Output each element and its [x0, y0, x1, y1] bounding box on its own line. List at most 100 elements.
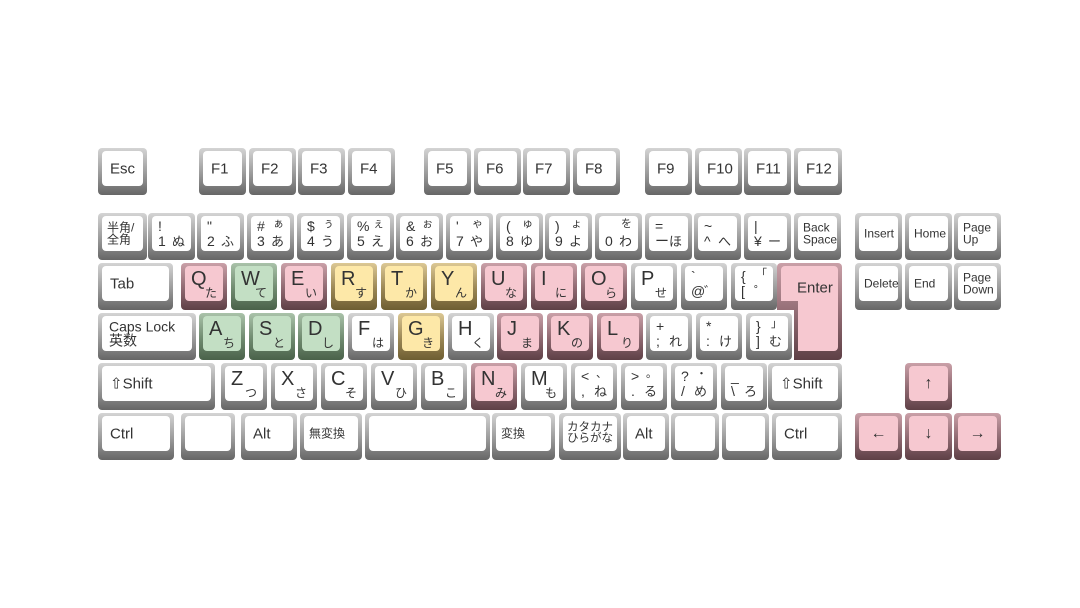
key-l[interactable]: Lり	[597, 313, 643, 360]
key-capslock[interactable]: Caps Lock 英数	[98, 313, 196, 360]
key-y[interactable]: Yん	[431, 263, 477, 310]
key-backspace[interactable]: Back Space	[794, 213, 841, 260]
key-b[interactable]: Bこ	[421, 363, 467, 410]
key-f2[interactable]: F2	[249, 148, 296, 195]
key-g[interactable]: Gき	[398, 313, 444, 360]
key-period[interactable]: > 。. る	[621, 363, 667, 410]
key-minus[interactable]: = ーほ	[645, 213, 692, 260]
key-k0[interactable]: を0わ	[595, 213, 642, 260]
key-delete[interactable]: Delete	[855, 263, 902, 310]
key-r[interactable]: Rす	[331, 263, 377, 310]
key-at[interactable]: ` @ ゛	[681, 263, 727, 310]
key-f7[interactable]: F7	[523, 148, 570, 195]
keycap-face: Kの	[551, 316, 589, 351]
key-caret[interactable]: ~ ^ へ	[694, 213, 741, 260]
key-f4[interactable]: F4	[348, 148, 395, 195]
key-semicolon[interactable]: +; れ	[646, 313, 692, 360]
keycap-face: $ ぅ 4 う	[301, 216, 340, 251]
key-q[interactable]: Qた	[181, 263, 227, 310]
key-k9[interactable]: ) ょ 9 よ	[545, 213, 592, 260]
key-space[interactable]	[365, 413, 490, 460]
key-right[interactable]: →	[954, 413, 1001, 460]
key-m[interactable]: Mも	[521, 363, 567, 410]
key-rctrl[interactable]: Ctrl	[772, 413, 842, 460]
key-legend-br: ら	[604, 286, 617, 300]
key-t[interactable]: Tか	[381, 263, 427, 310]
keycap-face: ↑	[909, 366, 948, 401]
key-rwin[interactable]	[671, 413, 719, 460]
key-colon[interactable]: *: け	[696, 313, 742, 360]
key-f8[interactable]: F8	[573, 148, 620, 195]
key-pagedown[interactable]: Page Down	[954, 263, 1001, 310]
key-k3[interactable]: # ぁ 3 あ	[247, 213, 294, 260]
key-ralt[interactable]: Alt	[623, 413, 669, 460]
key-f3[interactable]: F3	[298, 148, 345, 195]
key-lalt[interactable]: Alt	[241, 413, 297, 460]
key-lbracket[interactable]: {「 [゜	[731, 263, 777, 310]
key-k5[interactable]: % ぇ 5 え	[347, 213, 394, 260]
key-left[interactable]: ←	[855, 413, 902, 460]
key-lctrl[interactable]: Ctrl	[98, 413, 174, 460]
key-muhenkan[interactable]: 無変換	[300, 413, 362, 460]
key-z[interactable]: Zつ	[221, 363, 267, 410]
key-k7[interactable]: ' ゃ 7 や	[446, 213, 493, 260]
key-a[interactable]: Aち	[199, 313, 245, 360]
key-rshift[interactable]: ⇧Shift	[768, 363, 842, 410]
key-k[interactable]: Kの	[547, 313, 593, 360]
key-f11[interactable]: F11	[744, 148, 791, 195]
key-up[interactable]: ↑	[905, 363, 952, 410]
key-s[interactable]: Sと	[249, 313, 295, 360]
key-legend-br: へ	[717, 234, 731, 249]
key-down[interactable]: ↓	[905, 413, 952, 460]
key-f6[interactable]: F6	[474, 148, 521, 195]
key-henkan[interactable]: 変換	[492, 413, 555, 460]
key-comma[interactable]: < 、, ね	[571, 363, 617, 410]
key-j[interactable]: Jま	[497, 313, 543, 360]
key-home[interactable]: Home	[905, 213, 952, 260]
key-d[interactable]: Dし	[298, 313, 344, 360]
key-w[interactable]: Wて	[231, 263, 277, 310]
key-label: Back Space	[803, 219, 838, 247]
key-f9[interactable]: F9	[645, 148, 692, 195]
key-v[interactable]: Vひ	[371, 363, 417, 410]
key-f[interactable]: Fは	[348, 313, 394, 360]
key-legend-tl: {	[741, 268, 746, 284]
key-tab[interactable]: Tab	[98, 263, 173, 310]
keycap-face: 無変換	[304, 416, 358, 451]
key-k6[interactable]: & ぉ 6 お	[396, 213, 443, 260]
key-f12[interactable]: F12	[794, 148, 842, 195]
key-c[interactable]: Cそ	[321, 363, 367, 410]
key-k2[interactable]: " 2 ふ	[197, 213, 244, 260]
key-k1[interactable]: ! 1 ぬ	[148, 213, 195, 260]
key-insert[interactable]: Insert	[855, 213, 902, 260]
key-i[interactable]: Iに	[531, 263, 577, 310]
key-k8[interactable]: (ゅ 8 ゆ	[496, 213, 543, 260]
key-pageup[interactable]: Page Up	[954, 213, 1001, 260]
key-u[interactable]: Uな	[481, 263, 527, 310]
key-esc[interactable]: Esc	[98, 148, 147, 195]
key-f10[interactable]: F10	[695, 148, 742, 195]
key-end[interactable]: End	[905, 263, 952, 310]
key-k4[interactable]: $ ぅ 4 う	[297, 213, 344, 260]
key-lwin[interactable]	[181, 413, 235, 460]
key-p[interactable]: Pせ	[631, 263, 677, 310]
key-rbracket[interactable]: } 」] む	[746, 313, 792, 360]
key-yen[interactable]: | ¥ ー	[744, 213, 791, 260]
key-x[interactable]: Xさ	[271, 363, 317, 410]
key-f1[interactable]: F1	[199, 148, 246, 195]
key-backslash[interactable]: _ \ ろ	[721, 363, 767, 410]
key-o[interactable]: Oら	[581, 263, 627, 310]
key-f5[interactable]: F5	[424, 148, 471, 195]
key-h[interactable]: Hく	[448, 313, 494, 360]
key-label: →	[969, 424, 986, 442]
key-menu[interactable]	[722, 413, 769, 460]
key-lshift[interactable]: ⇧Shift	[98, 363, 215, 410]
key-n[interactable]: Nみ	[471, 363, 517, 410]
key-slash[interactable]: ? ・ / め	[671, 363, 717, 410]
key-katakana[interactable]: カタカナ ひらがな	[559, 413, 621, 460]
key-e[interactable]: Eい	[281, 263, 327, 310]
keycap-face: Cそ	[325, 366, 363, 401]
keycap-face: Bこ	[425, 366, 463, 401]
key-label: F5	[436, 160, 454, 177]
key-hankaku[interactable]: 半角/ 全角	[98, 213, 147, 260]
